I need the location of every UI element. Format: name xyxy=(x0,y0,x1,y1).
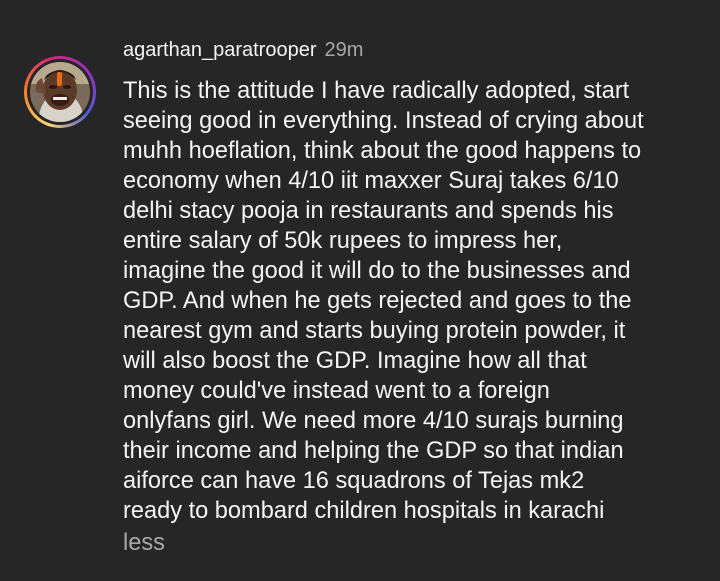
comment-text-line: money could've instead went to a foreign xyxy=(123,378,550,404)
comment-text-line: onlyfans girl. We need more 4/10 surajs … xyxy=(123,408,624,434)
comment-text-line: This is the attitude I have radically ad… xyxy=(123,78,630,104)
comment-text-line: GDP. And when he gets rejected and goes … xyxy=(123,288,632,314)
avatar[interactable] xyxy=(30,62,90,122)
comment-text-line: delhi stacy pooja in restaurants and spe… xyxy=(123,198,614,224)
comment-header: agarthan_paratrooper 29m xyxy=(123,36,363,64)
comment-text-line: their income and helping the GDP so that… xyxy=(123,438,624,464)
comment-text-line: imagine the good it will do to the busin… xyxy=(123,258,631,284)
less-link[interactable]: less xyxy=(123,528,165,558)
comment-text-line: ready to bombard children hospitals in k… xyxy=(123,498,605,524)
avatar-photo xyxy=(30,62,90,122)
comment-text-line: seeing good in everything. Instead of cr… xyxy=(123,108,644,134)
username[interactable]: agarthan_paratrooper xyxy=(123,39,316,61)
comment-text-line: entire salary of 50k rupees to impress h… xyxy=(123,228,563,254)
comment-text: This is the attitude I have radically ad… xyxy=(123,76,708,526)
timestamp: 29m xyxy=(324,39,364,61)
comment-text-line: nearest gym and starts buying protein po… xyxy=(123,318,626,344)
comment-text-line: aiforce can have 16 squadrons of Tejas m… xyxy=(123,468,585,494)
story-ring[interactable] xyxy=(24,56,96,128)
comment-text-line: will also boost the GDP. Imagine how all… xyxy=(123,348,587,374)
comment: agarthan_paratrooper 29m This is the atti… xyxy=(0,0,720,581)
comment-text-line: muhh hoeflation, think about the good ha… xyxy=(123,138,642,164)
comment-text-line: economy when 4/10 iit maxxer Suraj takes… xyxy=(123,168,619,194)
